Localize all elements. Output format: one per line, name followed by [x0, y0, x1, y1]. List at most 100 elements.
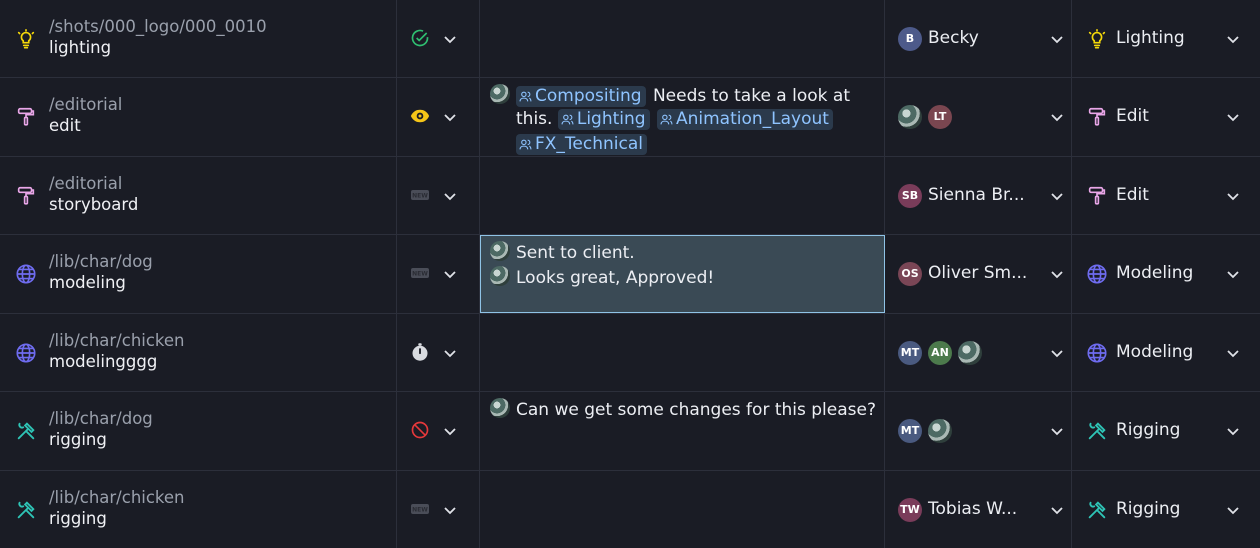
- chevron-down-icon[interactable]: [1226, 110, 1240, 124]
- status-cell[interactable]: NEW: [397, 157, 480, 234]
- status-cell[interactable]: NEW: [397, 471, 480, 548]
- mention-tag[interactable]: Animation_Layout: [656, 109, 833, 130]
- chevron-down-icon[interactable]: [1050, 110, 1064, 124]
- svg-text:NEW: NEW: [412, 193, 428, 200]
- stopwatch-icon[interactable]: [410, 342, 430, 362]
- globe-icon: [16, 264, 36, 284]
- note: Can we get some changes for this please?: [490, 398, 876, 420]
- table-row[interactable]: /lib/char/chicken rigging NEW TW Tobias …: [0, 471, 1260, 548]
- tools-icon: [1088, 422, 1106, 440]
- task-cell[interactable]: /lib/char/chicken modelingggg: [0, 314, 397, 391]
- assignee-cell[interactable]: TW Tobias W...: [885, 471, 1072, 548]
- chevron-down-icon[interactable]: [1050, 424, 1064, 438]
- eye-icon[interactable]: [410, 106, 430, 126]
- task-cell[interactable]: /editorial storyboard: [0, 157, 397, 234]
- chevron-down-icon[interactable]: [443, 32, 457, 46]
- table-row[interactable]: /editorial storyboard NEW SB Sienna Br..…: [0, 157, 1260, 235]
- chevron-down-icon[interactable]: [443, 267, 457, 281]
- status-cell[interactable]: NEW: [397, 235, 480, 313]
- chevron-down-icon[interactable]: [443, 110, 457, 124]
- assignee-cell[interactable]: MT: [885, 392, 1072, 470]
- new-badge-icon[interactable]: NEW: [410, 499, 430, 519]
- chevron-down-icon[interactable]: [1226, 267, 1240, 281]
- department-cell[interactable]: Rigging: [1072, 471, 1260, 548]
- table-row[interactable]: /lib/char/chicken modelingggg MT AN Mode…: [0, 314, 1260, 392]
- chevron-down-icon[interactable]: [1226, 346, 1240, 360]
- assignee-name: Sienna Br...: [928, 185, 1025, 205]
- status-cell[interactable]: [397, 314, 480, 391]
- assignee-cell[interactable]: LT: [885, 78, 1072, 156]
- mention-tag[interactable]: Lighting: [557, 109, 650, 130]
- department-cell[interactable]: Edit: [1072, 78, 1260, 156]
- table-row[interactable]: /lib/char/dog rigging Can we get some ch…: [0, 392, 1260, 471]
- notes-cell[interactable]: [480, 471, 885, 548]
- table-row[interactable]: /editorial edit Compositing Needs to tak…: [0, 78, 1260, 157]
- lightbulb-icon: [1088, 29, 1106, 49]
- status-cell[interactable]: [397, 78, 480, 156]
- task-cell[interactable]: /lib/char/chicken rigging: [0, 471, 397, 548]
- task-cell[interactable]: /lib/char/dog rigging: [0, 392, 397, 470]
- notes-cell[interactable]: Can we get some changes for this please?: [480, 392, 885, 470]
- chevron-down-icon[interactable]: [1050, 346, 1064, 360]
- task-cell[interactable]: /editorial edit: [0, 78, 397, 156]
- paint-roller-icon: [1088, 186, 1106, 205]
- assignee-cell[interactable]: OS Oliver Sm...: [885, 235, 1072, 313]
- blocked-icon[interactable]: [410, 420, 430, 440]
- assignee-cell[interactable]: MT AN: [885, 314, 1072, 391]
- department-cell[interactable]: Modeling: [1072, 314, 1260, 391]
- chevron-down-icon[interactable]: [443, 503, 457, 517]
- note: Sent to client.: [490, 241, 635, 263]
- department-label: Rigging: [1116, 420, 1181, 440]
- tools-icon: [17, 422, 35, 440]
- task-path: /editorial: [49, 95, 123, 114]
- chevron-down-icon[interactable]: [443, 189, 457, 203]
- chevron-down-icon[interactable]: [443, 424, 457, 438]
- avatar: SB: [898, 184, 922, 208]
- assignee-cell[interactable]: B Becky: [885, 0, 1072, 77]
- task-cell[interactable]: /lib/char/dog modeling: [0, 235, 397, 313]
- notes-cell[interactable]: Compositing Needs to take a look at this…: [480, 78, 885, 156]
- avatar: LT: [928, 105, 952, 129]
- chevron-down-icon[interactable]: [1050, 267, 1064, 281]
- table-row[interactable]: /shots/000_logo/000_0010 lighting B Beck…: [0, 0, 1260, 78]
- notes-cell-selected[interactable]: Sent to client. Looks great, Approved!: [480, 235, 885, 313]
- task-cell[interactable]: /shots/000_logo/000_0010 lighting: [0, 0, 397, 77]
- notes-cell[interactable]: [480, 314, 885, 391]
- new-badge-icon[interactable]: NEW: [410, 185, 430, 205]
- status-cell[interactable]: [397, 0, 480, 77]
- mention-tag[interactable]: Compositing: [516, 86, 646, 107]
- globe-icon: [16, 343, 36, 363]
- note-text: Needs to take a look at: [652, 86, 850, 106]
- chevron-down-icon[interactable]: [1050, 189, 1064, 203]
- check-circle-icon[interactable]: [410, 28, 430, 48]
- mention-tag[interactable]: FX_Technical: [516, 134, 647, 155]
- note: this. Lighting Animation_Layout: [516, 109, 835, 130]
- task-name: modeling: [49, 273, 126, 292]
- chevron-down-icon[interactable]: [1226, 424, 1240, 438]
- assignee-cell[interactable]: SB Sienna Br...: [885, 157, 1072, 234]
- avatar: [490, 84, 510, 104]
- globe-icon: [1087, 264, 1107, 284]
- tools-icon: [1088, 501, 1106, 519]
- chevron-down-icon[interactable]: [1050, 32, 1064, 46]
- department-cell[interactable]: Edit: [1072, 157, 1260, 234]
- chevron-down-icon[interactable]: [443, 346, 457, 360]
- notes-cell[interactable]: [480, 0, 885, 77]
- chevron-down-icon[interactable]: [1226, 189, 1240, 203]
- note-text: Can we get some changes for this please?: [516, 400, 876, 420]
- department-cell[interactable]: Rigging: [1072, 392, 1260, 470]
- task-path: /lib/char/chicken: [49, 331, 185, 350]
- task-path: /editorial: [49, 174, 123, 193]
- new-badge-icon[interactable]: NEW: [410, 263, 430, 283]
- chevron-down-icon[interactable]: [1226, 503, 1240, 517]
- avatar: [928, 419, 952, 443]
- notes-cell[interactable]: [480, 157, 885, 234]
- department-cell[interactable]: Lighting: [1072, 0, 1260, 77]
- department-label: Edit: [1116, 185, 1149, 205]
- status-cell[interactable]: [397, 392, 480, 470]
- chevron-down-icon[interactable]: [1050, 503, 1064, 517]
- table-row[interactable]: /lib/char/dog modeling NEW Sent to clien…: [0, 235, 1260, 314]
- note: FX_Technical: [516, 134, 649, 155]
- chevron-down-icon[interactable]: [1226, 32, 1240, 46]
- department-cell[interactable]: Modeling: [1072, 235, 1260, 313]
